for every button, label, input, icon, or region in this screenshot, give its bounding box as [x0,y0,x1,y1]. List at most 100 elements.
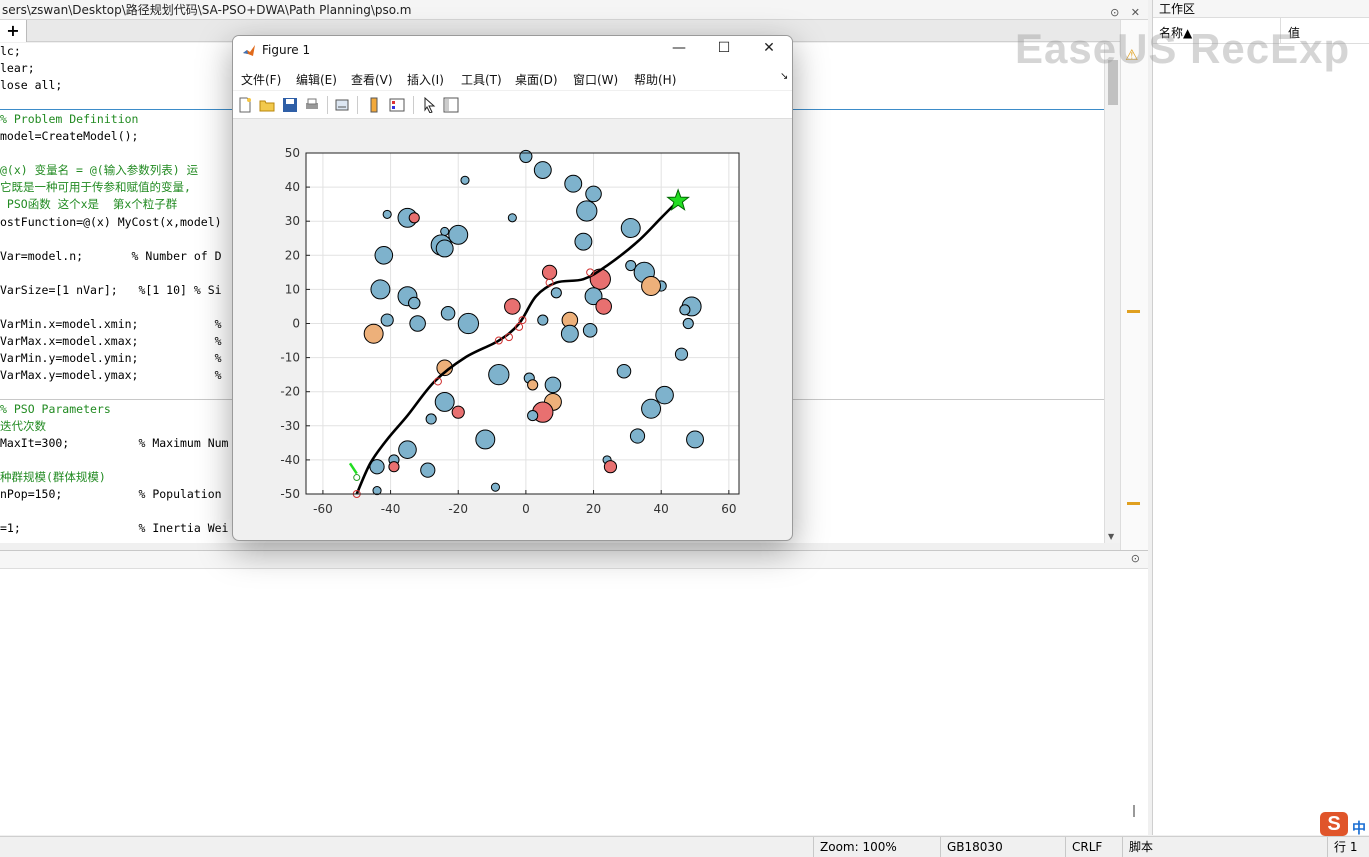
y-tick-label: -20 [280,385,300,399]
code-line[interactable]: @(x) 变量名 = @(输入参数列表) 运 [0,162,198,179]
obstacle-circle [574,232,593,251]
pointer-icon[interactable] [422,97,438,113]
path-planning-chart[interactable]: -60 -40 -20 0 20 40 60 -50 -40 -30 -20 -10 0 10 20 30 40… [233,120,792,540]
code-line[interactable]: =1; % Inertia Wei [0,520,228,537]
menu-desktop[interactable]: 桌面(D) [515,71,558,88]
code-line[interactable]: MaxIt=300; % Maximum Num [0,435,228,452]
minimize-icon[interactable]: — [668,40,690,56]
close-icon[interactable]: ✕ [758,40,780,56]
obstacle-circle [585,185,602,203]
obstacle-circle [363,323,384,344]
obstacle-circle [641,276,662,296]
x-tick-label: 60 [721,502,736,516]
figure-toolbar [233,91,792,119]
editor-scrollbar[interactable]: ▼ [1104,43,1120,543]
obstacle-circle [527,379,539,391]
menu-edit[interactable]: 编辑(E) [296,71,337,88]
code-line[interactable]: lear; [0,60,35,77]
menu-tools[interactable]: 工具(T) [461,71,502,88]
y-tick-label: 40 [285,180,300,194]
obstacle-circle [519,149,533,163]
obstacle-circle [475,429,496,450]
code-line[interactable]: lose all; [0,77,62,94]
figure-title-bar[interactable]: Figure 1 — ☐ ✕ [233,36,792,66]
obstacle-circle [576,200,598,222]
code-line[interactable]: Var=model.n; % Number of D [0,248,222,265]
obstacle-circle [425,413,437,425]
obstacle-circle [682,317,694,330]
code-line[interactable]: 种群规模(群体规模) [0,469,106,486]
menu-view[interactable]: 查看(V) [351,71,393,88]
code-line[interactable]: VarMin.x=model.xmin; % [0,316,222,333]
obstacle-circle [655,385,674,405]
obstacle-circle [490,482,500,492]
obstacle-circle [440,306,456,321]
sogou-ime-icon[interactable]: S [1320,812,1348,836]
x-tick-label: 40 [654,502,669,516]
x-tick-label: -40 [381,502,401,516]
toolbar-separator [327,96,328,114]
code-line[interactable]: 迭代次数 [0,418,46,435]
x-tick-label: -60 [313,502,333,516]
obstacle-circle [374,246,394,265]
open-file-icon[interactable] [259,97,275,113]
y-tick-label: 30 [285,214,300,228]
code-line[interactable]: 它既是一种可用于传参和赋值的变量, [0,179,191,196]
code-line[interactable]: % Problem Definition [0,111,138,128]
dock-arrow-icon[interactable]: ↘ [780,71,788,82]
link-plot-icon[interactable] [334,97,350,113]
cursor-position: 行 1 [1327,837,1369,857]
obstacle-circle [641,398,662,419]
menu-insert[interactable]: 插入(I) [407,71,444,88]
menu-down-icon[interactable]: ⊙ [1131,552,1140,565]
obstacle-circle [541,264,558,280]
new-figure-icon[interactable] [237,97,253,113]
legend-icon[interactable] [389,97,405,113]
code-line[interactable]: nPop=150; % Population [0,486,222,503]
obstacle-circle [380,313,394,327]
scroll-down-icon[interactable]: ▼ [1108,532,1114,541]
menu-help[interactable]: 帮助(H) [634,71,676,88]
plot-area[interactable]: -60 -40 -20 0 20 40 60 -50 -40 -30 -20 -10 0 10 20 30 40… [233,120,792,540]
code-line[interactable]: PSO函数 这个x是 第x个粒子群 [0,196,177,213]
y-tick-label: -50 [280,487,300,501]
encoding: GB18030 [940,837,1065,857]
obstacle-circle [457,312,480,335]
code-line[interactable]: model=CreateModel(); [0,128,138,145]
code-line[interactable]: VarMax.y=model.ymax; % [0,367,222,384]
code-line[interactable]: VarSize=[1 nVar]; %[1 10] % Si [0,282,222,299]
close-icon[interactable]: ✕ [1131,6,1140,19]
warning-marker[interactable] [1127,310,1140,313]
code-line[interactable]: % PSO Parameters [0,401,111,418]
y-tick-label: -40 [280,453,300,467]
save-icon[interactable] [282,97,298,113]
colorbar-icon[interactable] [366,97,382,113]
obstacle-circle [620,218,641,238]
figure-window[interactable]: Figure 1 — ☐ ✕ 文件(F) 编辑(E) 查看(V) 插入(I) 工… [232,35,793,541]
warning-marker[interactable] [1127,502,1140,505]
obstacle-circle [674,347,689,361]
new-tab-button[interactable]: + [0,20,27,42]
menu-file[interactable]: 文件(F) [241,71,281,88]
menu-window[interactable]: 窗口(W) [573,71,618,88]
obstacle-circle [560,324,579,343]
property-inspector-icon[interactable] [443,97,459,113]
print-icon[interactable] [304,97,320,113]
obstacle-circle [388,461,400,473]
workspace-panel: 工作区 名称▲ 值 [1152,0,1369,835]
ime-language-indicator[interactable]: 中 [1352,818,1366,838]
figure-menu-bar: 文件(F) 编辑(E) 查看(V) 插入(I) 工具(T) 桌面(D) 窗口(W… [233,66,792,90]
matlab-logo-icon [243,45,255,56]
obstacle-circle [398,440,417,459]
code-line[interactable]: VarMax.x=model.xmax; % [0,333,222,350]
obstacle-circle [488,364,510,386]
maximize-icon[interactable]: ☐ [713,40,735,56]
command-window[interactable]: ⊙ [0,550,1148,835]
code-line[interactable]: VarMin.y=model.ymin; % [0,350,222,367]
obstacle-circle [603,460,618,474]
obstacle-circle [435,239,454,258]
code-line[interactable]: ostFunction=@(x) MyCost(x,model) [0,214,222,231]
code-line[interactable]: lc; [0,43,21,60]
menu-down-icon[interactable]: ⊙ [1110,6,1119,19]
toolbar-separator [357,96,358,114]
